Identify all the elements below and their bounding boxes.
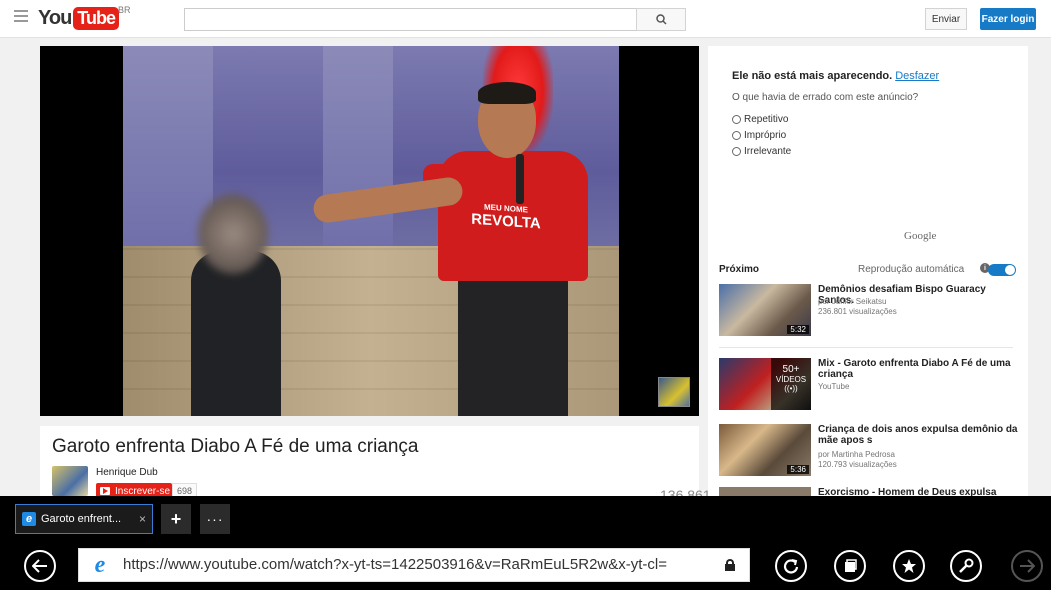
video-player[interactable]: MEU NOME REVOLTA bbox=[40, 46, 699, 416]
close-tab-icon[interactable]: × bbox=[139, 512, 146, 526]
video-title: Garoto enfrenta Diabo A Fé de uma crianç… bbox=[52, 436, 419, 457]
radio-button[interactable] bbox=[732, 115, 741, 124]
undo-link[interactable]: Desfazer bbox=[895, 70, 939, 82]
mix-broadcast-icon: ((•)) bbox=[784, 384, 798, 393]
ad-feedback-card: Ele não está mais aparecendo. Desfazer O … bbox=[708, 46, 1028, 256]
radio-button[interactable] bbox=[732, 147, 741, 156]
autoplay-label: Reprodução automática bbox=[858, 264, 965, 275]
search-button[interactable] bbox=[636, 8, 686, 31]
ad-option-inappropriate[interactable]: Impróprio bbox=[732, 130, 786, 141]
video-thumbnail[interactable] bbox=[719, 487, 811, 496]
back-icon bbox=[32, 559, 47, 573]
channel-name[interactable]: Henrique Dub bbox=[96, 467, 158, 478]
new-tab-button[interactable]: + bbox=[161, 504, 191, 534]
video-info-card: Garoto enfrenta Diabo A Fé de uma crianç… bbox=[40, 426, 711, 506]
related-video-channel: por Júnior Seikatsu bbox=[818, 297, 887, 306]
browser-app-bar: e Garoto enfrent... × + ··· e https://ww… bbox=[0, 496, 1051, 590]
logo-you-text: You bbox=[38, 6, 72, 29]
hamburger-menu-icon[interactable] bbox=[14, 10, 28, 24]
refresh-button[interactable] bbox=[775, 550, 807, 582]
related-mix-item[interactable]: 50+ VÍDEOS ((•)) Mix - Garoto enfrenta D… bbox=[719, 358, 1019, 410]
refresh-icon bbox=[783, 559, 799, 574]
related-video-views: 236.801 visualizações bbox=[818, 307, 897, 316]
login-button[interactable]: Fazer login bbox=[980, 8, 1036, 30]
ie-site-icon: e bbox=[94, 551, 106, 578]
youtube-logo[interactable]: You Tube bbox=[38, 6, 119, 30]
tabs-button[interactable] bbox=[834, 550, 866, 582]
related-video-title[interactable]: Criança de dois anos expulsa demônio da … bbox=[818, 424, 1018, 446]
address-bar[interactable]: e https://www.youtube.com/watch?x-yt-ts=… bbox=[78, 548, 750, 582]
video-duration: 5:36 bbox=[787, 465, 809, 474]
related-video-title[interactable]: Mix - Garoto enfrenta Diabo A Fé de uma … bbox=[818, 358, 1018, 380]
video-frame: MEU NOME REVOLTA bbox=[123, 46, 619, 416]
forward-button[interactable] bbox=[1011, 550, 1043, 582]
tools-button[interactable] bbox=[950, 550, 982, 582]
masthead: You Tube BR Enviar Fazer login bbox=[0, 0, 1051, 38]
related-videos: Próximo Reprodução automática i 5:32 Dem… bbox=[708, 256, 1028, 496]
ie-icon: e bbox=[22, 512, 36, 526]
upload-button[interactable]: Enviar bbox=[925, 8, 967, 30]
video-thumbnail[interactable]: 5:32 bbox=[719, 284, 811, 336]
autoplay-toggle[interactable] bbox=[988, 264, 1016, 276]
tab-title: Garoto enfrent... bbox=[41, 513, 122, 525]
channel-watermark[interactable] bbox=[658, 377, 690, 407]
related-video-channel: YouTube bbox=[818, 382, 850, 391]
related-video-views: 120.793 visualizações bbox=[818, 460, 897, 469]
video-thumbnail[interactable]: 5:36 bbox=[719, 424, 811, 476]
related-video-channel: por Martinha Pedrosa bbox=[818, 450, 895, 459]
back-button[interactable] bbox=[24, 550, 56, 582]
ad-dismissed-heading: Ele não está mais aparecendo. Desfazer bbox=[732, 70, 940, 82]
url-text[interactable]: https://www.youtube.com/watch?x-yt-ts=14… bbox=[123, 556, 667, 573]
related-video-title[interactable]: Exorcismo - Homem de Deus expulsa bbox=[818, 487, 1018, 496]
related-video-item[interactable]: Exorcismo - Homem de Deus expulsa bbox=[719, 487, 1019, 496]
lock-icon[interactable] bbox=[725, 559, 735, 571]
tabs-icon bbox=[845, 559, 857, 572]
favorites-icon bbox=[902, 559, 916, 573]
up-next-label: Próximo bbox=[719, 264, 760, 275]
related-video-item[interactable]: 5:32 Demônios desafiam Bispo Guaracy San… bbox=[719, 284, 1019, 336]
radio-button[interactable] bbox=[732, 131, 741, 140]
mix-overlay: 50+ VÍDEOS ((•)) bbox=[771, 358, 811, 410]
ad-option-repetitive[interactable]: Repetitivo bbox=[732, 114, 788, 125]
tools-icon bbox=[959, 558, 974, 573]
google-logo: Google bbox=[904, 230, 937, 242]
subscribe-label: Inscrever-se bbox=[115, 485, 171, 497]
region-code: BR bbox=[118, 5, 131, 15]
video-duration: 5:32 bbox=[787, 325, 809, 334]
channel-avatar[interactable] bbox=[52, 466, 88, 496]
youtube-play-icon bbox=[100, 487, 110, 495]
search-icon bbox=[655, 14, 667, 25]
ad-option-irrelevant[interactable]: Irrelevante bbox=[732, 146, 791, 157]
browser-tab[interactable]: e Garoto enfrent... × bbox=[15, 504, 153, 534]
favorites-button[interactable] bbox=[893, 550, 925, 582]
tab-menu-button[interactable]: ··· bbox=[200, 504, 230, 534]
video-thumbnail[interactable]: 50+ VÍDEOS ((•)) bbox=[719, 358, 811, 410]
search-input[interactable] bbox=[184, 8, 637, 31]
ad-question: O que havia de errado com este anúncio? bbox=[732, 92, 919, 103]
related-video-item[interactable]: 5:36 Criança de dois anos expulsa demôni… bbox=[719, 424, 1019, 476]
logo-tube-text: Tube bbox=[73, 6, 119, 30]
forward-icon bbox=[1020, 559, 1035, 573]
